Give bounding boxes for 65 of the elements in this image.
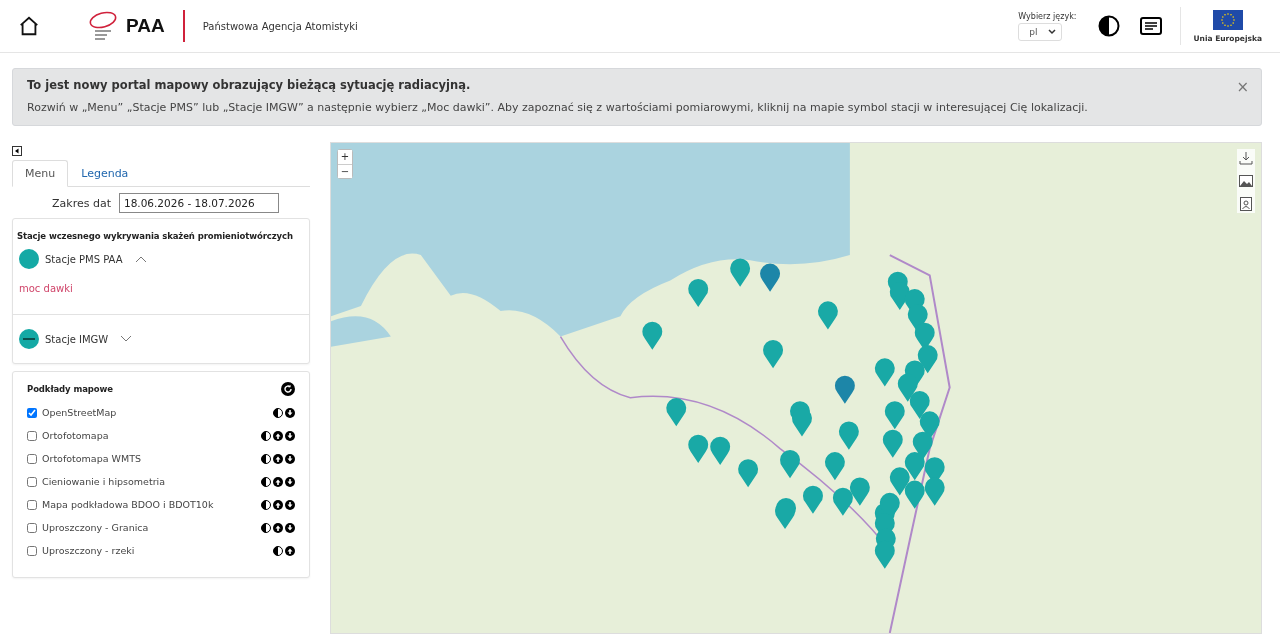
contrast-icon[interactable]: [261, 476, 271, 487]
collapse-icon[interactable]: [12, 146, 22, 156]
eu-flag-icon: [1212, 9, 1243, 30]
text-icon[interactable]: [1140, 17, 1163, 35]
move-down-icon[interactable]: [285, 453, 295, 464]
refresh-icon[interactable]: [281, 382, 295, 396]
layer-checkbox[interactable]: [27, 545, 37, 556]
station-group[interactable]: Stacje IMGW: [45, 333, 109, 345]
chevron-icon[interactable]: [134, 255, 147, 263]
language-select[interactable]: pl: [1018, 22, 1063, 41]
layer-name: Ortofotomapa: [42, 430, 110, 441]
layer-name: Uproszczony - rzeki: [42, 545, 136, 556]
language-label: Wybierz język:: [1018, 11, 1077, 21]
move-down-icon[interactable]: [285, 499, 295, 510]
move-down-icon[interactable]: [285, 430, 295, 441]
download-icon[interactable]: [1239, 151, 1253, 165]
contrast-icon[interactable]: [261, 499, 271, 510]
layer-name: Uproszczony - Granica: [42, 522, 150, 533]
image-icon[interactable]: [1239, 175, 1253, 187]
date-range-label: Zakres dat: [52, 196, 111, 210]
agency-name: Państwowa Agencja Atomistyki: [202, 20, 358, 32]
contrast-icon[interactable]: [273, 545, 283, 556]
move-up-icon[interactable]: [273, 476, 283, 487]
layer-checkbox[interactable]: [27, 430, 37, 441]
layer-name: Ortofotomapa WMTS: [42, 453, 142, 464]
station-group[interactable]: Stacje PMS PAA: [45, 253, 123, 265]
move-down-icon[interactable]: [285, 476, 295, 487]
document-icon[interactable]: [1240, 197, 1252, 211]
close-button[interactable]: ×: [1236, 78, 1249, 96]
tab[interactable]: Legenda: [68, 160, 142, 187]
layer-checkbox[interactable]: [27, 476, 37, 487]
chevron-icon[interactable]: [120, 335, 133, 343]
contrast-icon[interactable]: [1098, 15, 1121, 37]
contrast-icon[interactable]: [261, 430, 271, 441]
caret-icon: [1048, 28, 1057, 35]
contrast-icon[interactable]: [273, 407, 283, 418]
layer-checkbox[interactable]: [27, 453, 37, 464]
move-down-icon[interactable]: [285, 522, 295, 533]
alert-text: Rozwiń w „Menu” „Stacje PMS” lub „Stacje IMGW” a następnie wybierz „Moc dawki”. Aby zapoznać się z wartościami pomiarowymi, kliknij na mapie symbol stacji w interesującej Cię lokalizacji.: [27, 101, 1089, 114]
stations-title: Stacje wczesnego wykrywania skażeń promieniotwórczych: [16, 230, 294, 243]
move-down-icon[interactable]: [285, 407, 295, 418]
station-markers-drawing[interactable]: [642, 258, 945, 569]
move-up-icon[interactable]: [285, 545, 295, 556]
layer-name: Mapa podkładowa BDOO i BDOT10k: [42, 499, 215, 510]
move-up-icon[interactable]: [273, 430, 283, 441]
layer-checkbox[interactable]: [27, 522, 37, 533]
logo-text: PAA: [126, 15, 165, 37]
alert-title: To jest nowy portal mapowy obrazujący bieżącą sytuację radiacyjną.: [27, 78, 472, 92]
layer-name: Cieniowanie i hipsometria: [42, 476, 166, 487]
station-icon: [19, 249, 39, 269]
contrast-icon[interactable]: [261, 453, 271, 464]
dose-rate-link[interactable]: moc dawki: [19, 283, 303, 294]
layer-name: OpenStreetMap: [42, 407, 118, 418]
layers-title: Podkłady mapowe: [27, 384, 113, 394]
tab[interactable]: Menu: [12, 160, 69, 187]
zoom-out-button[interactable]: −: [338, 164, 352, 178]
move-up-icon[interactable]: [273, 522, 283, 533]
contrast-icon[interactable]: [261, 522, 271, 533]
move-up-icon[interactable]: [273, 499, 283, 510]
date-range-field[interactable]: 18.06.2026 - 18.07.2026: [118, 193, 279, 213]
layer-checkbox[interactable]: [27, 407, 37, 418]
layer-checkbox[interactable]: [27, 499, 37, 510]
station-icon: [19, 329, 39, 349]
home-icon[interactable]: [18, 15, 40, 37]
move-up-icon[interactable]: [273, 453, 283, 464]
